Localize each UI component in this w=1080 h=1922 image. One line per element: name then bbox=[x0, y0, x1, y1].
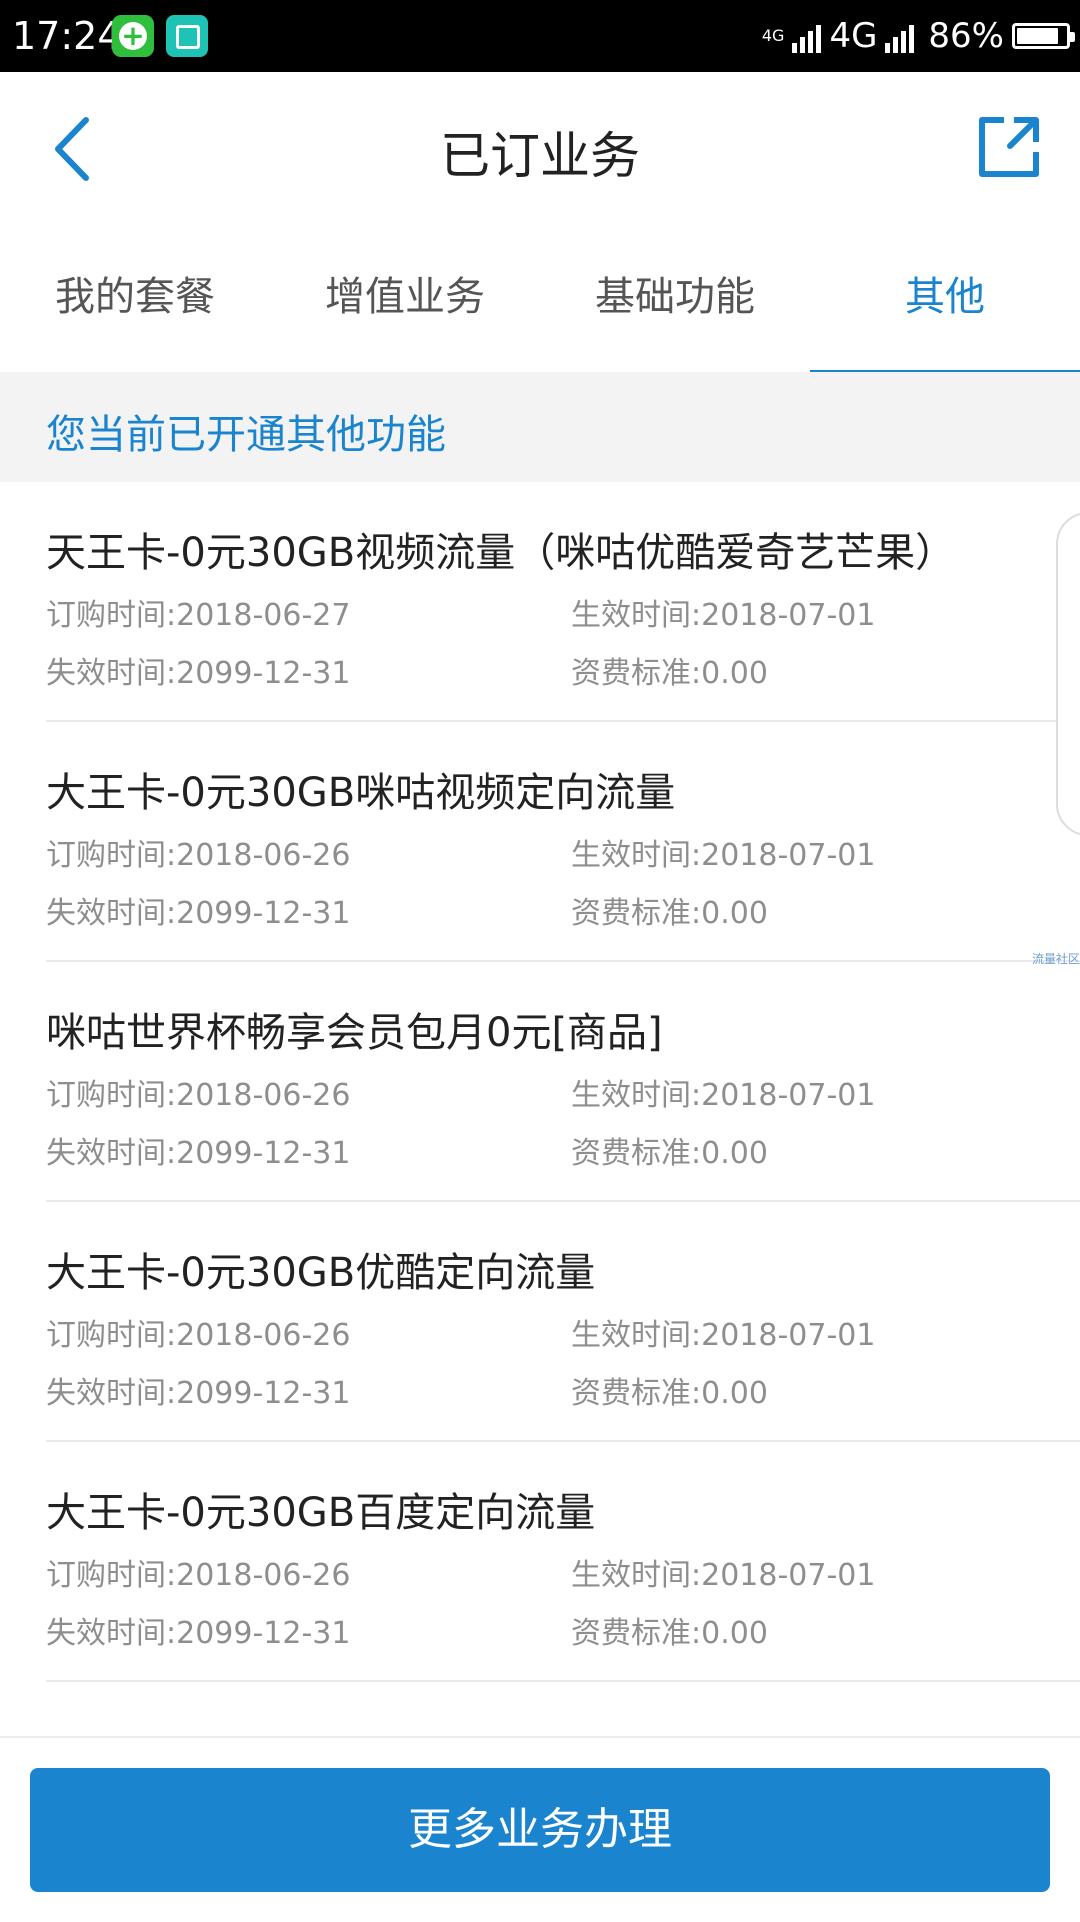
item-fee: 资费标准:0.00 bbox=[571, 1616, 768, 1651]
page-title: 已订业务 bbox=[440, 127, 640, 185]
item-order-time: 订购时间:2018-06-26 bbox=[46, 1558, 351, 1593]
item-title: 大王卡-0元30GB百度定向流量 bbox=[46, 1490, 596, 1536]
tab-bar: 我的套餐 增值业务 基础功能 其他 bbox=[0, 222, 1080, 374]
item-expire-time: 失效时间:2099-12-31 bbox=[46, 1376, 351, 1411]
item-order-time: 订购时间:2018-06-27 bbox=[46, 598, 351, 633]
floating-side-handle[interactable] bbox=[1056, 512, 1080, 836]
app-green-plus-icon bbox=[112, 15, 154, 57]
section-title: 您当前已开通其他功能 bbox=[46, 412, 446, 458]
list-item[interactable]: 大王卡-0元30GB百度定向流量 订购时间:2018-06-26 生效时间:20… bbox=[46, 1442, 1080, 1682]
item-effective-time: 生效时间:2018-07-01 bbox=[571, 1078, 876, 1113]
list-item[interactable]: 大王卡-0元30GB优酷定向流量 订购时间:2018-06-26 生效时间:20… bbox=[46, 1202, 1080, 1442]
item-fee: 资费标准:0.00 bbox=[571, 1136, 768, 1171]
footer: 更多业务办理 bbox=[0, 1736, 1080, 1922]
sim1-label: 4G bbox=[761, 26, 785, 45]
battery-icon bbox=[1012, 23, 1075, 49]
watermark: 流量社区 bbox=[1031, 952, 1080, 966]
item-effective-time: 生效时间:2018-07-01 bbox=[571, 1558, 876, 1593]
tab-basic-functions[interactable]: 基础功能 bbox=[540, 222, 810, 372]
item-fee: 资费标准:0.00 bbox=[571, 656, 768, 691]
item-fee: 资费标准:0.00 bbox=[571, 1376, 768, 1411]
item-order-time: 订购时间:2018-06-26 bbox=[46, 1318, 351, 1353]
item-order-time: 订购时间:2018-06-26 bbox=[46, 838, 351, 873]
signal-icon bbox=[792, 19, 822, 53]
item-title: 大王卡-0元30GB优酷定向流量 bbox=[46, 1250, 596, 1296]
item-effective-time: 生效时间:2018-07-01 bbox=[571, 1318, 876, 1353]
item-expire-time: 失效时间:2099-12-31 bbox=[46, 1616, 351, 1651]
tab-value-added[interactable]: 增值业务 bbox=[270, 222, 540, 372]
tab-my-plan[interactable]: 我的套餐 bbox=[0, 222, 270, 372]
app-scan-icon bbox=[166, 15, 208, 57]
item-expire-time: 失效时间:2099-12-31 bbox=[46, 656, 351, 691]
item-effective-time: 生效时间:2018-07-01 bbox=[571, 598, 876, 633]
list-item[interactable]: 天王卡-0元30GB视频流量（咪咕优酷爱奇艺芒果） 订购时间:2018-06-2… bbox=[46, 482, 1080, 722]
service-list: 天王卡-0元30GB视频流量（咪咕优酷爱奇艺芒果） 订购时间:2018-06-2… bbox=[0, 482, 1080, 1682]
section-header: 您当前已开通其他功能 bbox=[0, 372, 1080, 482]
list-item[interactable]: 咪咕世界杯畅享会员包月0元[商品] 订购时间:2018-06-26 生效时间:2… bbox=[46, 962, 1080, 1202]
status-indicators: 4G 4G 86% bbox=[761, 10, 1075, 62]
item-fee: 资费标准:0.00 bbox=[571, 896, 768, 931]
network-type: 4G bbox=[829, 16, 878, 56]
list-item[interactable]: 大王卡-0元30GB咪咕视频定向流量 订购时间:2018-06-26 生效时间:… bbox=[46, 722, 1080, 962]
item-title: 大王卡-0元30GB咪咕视频定向流量 bbox=[46, 770, 676, 816]
nav-bar: 已订业务 bbox=[0, 72, 1080, 222]
item-title: 天王卡-0元30GB视频流量（咪咕优酷爱奇艺芒果） bbox=[46, 530, 956, 576]
status-bar: 17:24 4G 4G 86% bbox=[0, 0, 1080, 72]
item-effective-time: 生效时间:2018-07-01 bbox=[571, 838, 876, 873]
share-external-icon[interactable] bbox=[974, 112, 1044, 182]
battery-percent: 86% bbox=[928, 16, 1004, 56]
item-expire-time: 失效时间:2099-12-31 bbox=[46, 896, 351, 931]
signal-icon-2 bbox=[885, 19, 915, 53]
item-order-time: 订购时间:2018-06-26 bbox=[46, 1078, 351, 1113]
status-time: 17:24 bbox=[12, 14, 122, 58]
item-expire-time: 失效时间:2099-12-31 bbox=[46, 1136, 351, 1171]
tab-other[interactable]: 其他 bbox=[810, 222, 1080, 374]
more-services-button[interactable]: 更多业务办理 bbox=[30, 1768, 1050, 1892]
item-title: 咪咕世界杯畅享会员包月0元[商品] bbox=[46, 1010, 663, 1056]
